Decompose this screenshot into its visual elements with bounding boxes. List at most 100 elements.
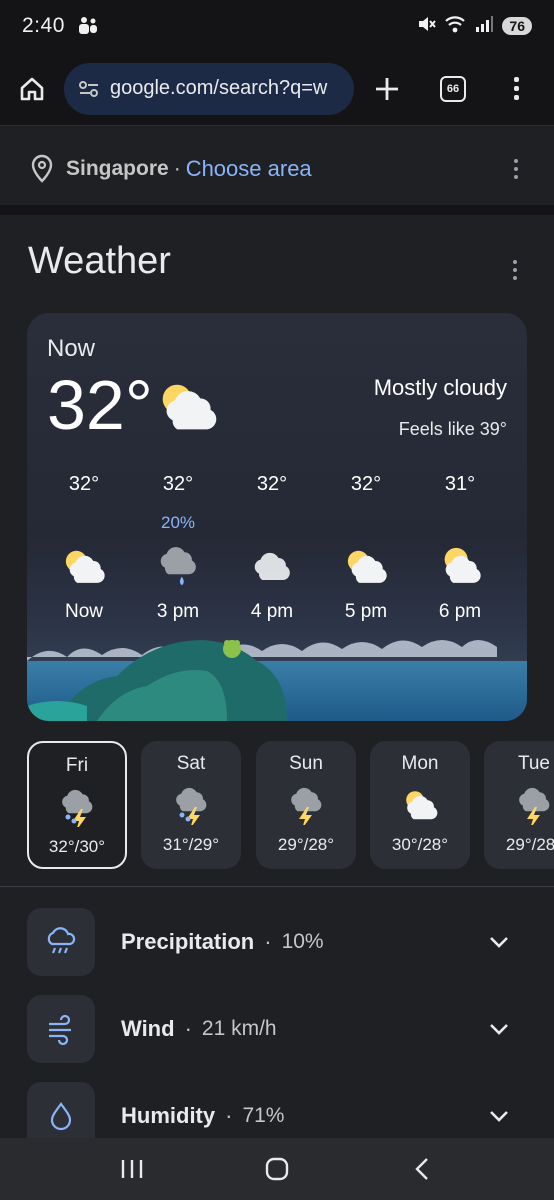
hour-item[interactable]: 32° 5 pm <box>319 473 413 623</box>
wifi-icon <box>444 14 466 39</box>
detail-separator: · <box>184 1016 192 1041</box>
back-button[interactable] <box>392 1144 452 1194</box>
more-vert-icon <box>504 69 528 109</box>
drop-icon <box>50 1102 72 1131</box>
new-tab-button[interactable] <box>354 57 420 121</box>
choose-area-link[interactable]: Choose area <box>186 156 312 182</box>
day-temp-range: 31°/29° <box>162 835 220 854</box>
day-temp-range: 30°/28° <box>391 835 449 854</box>
wind-row[interactable]: Wind · 21 km/h <box>27 995 527 1063</box>
partly-cloudy-icon <box>65 550 105 583</box>
hour-temp: 32° <box>162 473 194 495</box>
hour-label: 5 pm <box>344 601 388 622</box>
day-temp-range: 29°/28° <box>505 835 554 854</box>
partly-cloudy-icon <box>347 550 387 583</box>
day-item-tue[interactable]: Tue 29°/28° <box>484 741 554 869</box>
hour-item[interactable]: 31° 6 pm <box>413 473 507 623</box>
system-navigation-bar <box>0 1138 554 1200</box>
home-icon <box>20 77 44 100</box>
location-pin-icon <box>31 154 53 183</box>
partly-cloudy-icon <box>444 547 481 583</box>
rain-cloud-icon <box>160 547 196 586</box>
day-item-sun[interactable]: Sun 29°/28° <box>256 741 356 869</box>
day-temp-range: 29°/28° <box>277 835 335 854</box>
hour-label: 3 pm <box>156 601 200 622</box>
hour-label: 6 pm <box>438 601 482 622</box>
now-label: Now <box>47 335 96 362</box>
thunderstorm-icon <box>519 787 550 825</box>
location-city: Singapore <box>66 157 169 180</box>
home-circle-icon <box>265 1157 289 1181</box>
section-divider <box>0 886 554 887</box>
thunderstorm-rain-icon <box>62 789 93 827</box>
day-item-fri[interactable]: Fri 32°/30° <box>27 741 127 869</box>
tab-switcher-button[interactable]: 66 <box>420 57 486 121</box>
url-text[interactable]: google.com/search?q=w <box>110 77 327 100</box>
day-item-sat[interactable]: Sat 31°/29° <box>141 741 241 869</box>
address-bar[interactable]: google.com/search?q=w <box>64 62 354 115</box>
detail-name: Wind <box>121 1016 175 1041</box>
hour-label: 4 pm <box>250 601 294 622</box>
hour-item[interactable]: 32° 20% 3 pm <box>131 473 225 623</box>
plus-icon <box>376 77 398 100</box>
detail-value: 71% <box>242 1104 285 1127</box>
hour-temp: 32° <box>68 473 100 495</box>
recent-apps-button[interactable] <box>102 1144 162 1194</box>
battery-indicator: 76 <box>502 17 532 35</box>
froggy-scene-illustration <box>27 640 527 721</box>
day-name: Mon <box>401 753 439 774</box>
location-separator: · <box>173 157 181 180</box>
hour-temp: 32° <box>256 473 288 495</box>
hour-item[interactable]: 32° 4 pm <box>225 473 319 623</box>
rain-icon <box>47 927 76 954</box>
current-condition: Mostly cloudy <box>373 375 507 400</box>
back-icon <box>414 1158 428 1180</box>
detail-value: 10% <box>281 930 324 953</box>
recent-apps-icon <box>122 1160 143 1178</box>
thunderstorm-icon <box>291 787 322 825</box>
location-more-button[interactable] <box>504 149 528 189</box>
hour-temp: 31° <box>444 473 476 495</box>
hourly-forecast[interactable]: 32° Now 32° 20% 3 pm 32° 4 pm 32° 5 pm 3… <box>37 473 507 623</box>
status-bar: 2:40 76 <box>0 0 554 52</box>
mute-icon <box>416 14 437 39</box>
detail-separator: · <box>264 929 272 954</box>
precipitation-row[interactable]: Precipitation · 10% <box>27 908 527 976</box>
partly-cloudy-icon <box>162 384 217 430</box>
home-nav-button[interactable] <box>247 1144 307 1194</box>
day-item-mon[interactable]: Mon 30°/28° <box>370 741 470 869</box>
current-weather-card: Now 32° Mostly cloudy Feels like 39° 32°… <box>27 313 527 721</box>
daily-forecast[interactable]: Fri 32°/30° Sat 31°/29° Sun 29°/28° Mon … <box>27 741 554 869</box>
detail-name: Precipitation <box>121 929 255 954</box>
weather-title: Weather <box>28 240 171 282</box>
detail-value: 21 km/h <box>201 1017 277 1040</box>
day-name: Sun <box>289 753 323 774</box>
home-button[interactable] <box>0 57 64 121</box>
detail-separator: · <box>225 1103 233 1128</box>
day-name: Fri <box>65 755 89 776</box>
chevron-down-icon <box>490 1111 508 1122</box>
current-temperature: 32° <box>47 366 153 444</box>
signal-icon <box>474 14 494 39</box>
cloud-icon <box>254 552 290 581</box>
status-time: 2:40 <box>22 14 65 37</box>
hour-item[interactable]: 32° Now <box>37 473 131 623</box>
day-name: Sat <box>176 753 206 774</box>
hour-temp: 32° <box>350 473 382 495</box>
chevron-down-icon <box>490 937 508 948</box>
site-settings-icon[interactable] <box>78 79 100 99</box>
feels-like: Feels like 39° <box>398 419 507 439</box>
browser-menu-button[interactable] <box>486 57 546 121</box>
day-name: Tue <box>517 753 551 774</box>
teams-notification-icon <box>77 15 99 37</box>
weather-more-button[interactable] <box>503 250 527 290</box>
day-temp-range: 32°/30° <box>48 837 106 856</box>
thunderstorm-rain-icon <box>176 787 207 825</box>
location-bar: Singapore · Choose area <box>0 127 554 212</box>
wind-icon <box>49 1014 71 1045</box>
section-divider <box>0 205 554 215</box>
browser-toolbar: google.com/search?q=w 66 <box>0 52 554 126</box>
hour-label: Now <box>64 601 103 622</box>
hour-precip: 20% <box>160 513 196 532</box>
detail-name: Humidity <box>121 1103 216 1128</box>
